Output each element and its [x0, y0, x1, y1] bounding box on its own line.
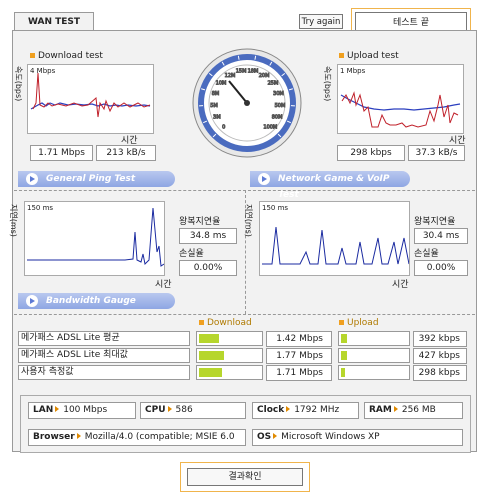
gauge-tick-label: 50M — [275, 103, 286, 109]
bullet-icon — [339, 320, 344, 325]
upload-bar-fill — [341, 351, 348, 360]
upload-bar — [338, 331, 410, 346]
confirm-highlight: 결과확인 — [180, 462, 310, 492]
download-value: 1.71 Mbps — [266, 365, 332, 381]
ping-chart — [24, 201, 165, 276]
upload-value: 427 kbps — [413, 348, 467, 364]
game-latency: 30.4 ms — [414, 228, 468, 244]
upload-value: 392 kbps — [413, 331, 467, 347]
bandwidth-row-label: 메가패스 ADSL Lite 평균 — [18, 331, 190, 346]
confirm-result-button[interactable]: 결과확인 — [187, 468, 303, 486]
download-mbps: 1.71 Mbps — [30, 145, 93, 161]
bullet-icon — [199, 320, 204, 325]
gauge-tick-label: 100M — [263, 124, 277, 130]
ping-loss: 0.00% — [179, 260, 237, 276]
download-bar-fill — [199, 368, 223, 377]
download-bar — [196, 348, 263, 363]
download-bar — [196, 365, 263, 380]
section-network-game: Network Game & VoIP Test — [250, 171, 410, 200]
gauge-tick-label: 80M — [272, 115, 283, 121]
gauge-tick-label: 10M — [216, 81, 227, 87]
ping-latency: 34.8 ms — [179, 228, 237, 244]
divider — [14, 314, 475, 315]
info-ram: RAM 256 MB — [364, 402, 463, 419]
gauge-tick — [254, 55, 257, 60]
game-chart — [259, 201, 410, 276]
ping-latency-label: 왕복지연율 — [179, 217, 221, 227]
try-again-button[interactable]: Try again — [299, 14, 343, 29]
bullet-icon — [30, 53, 35, 58]
download-kbs: 213 kB/s — [96, 145, 156, 161]
arrow-icon — [55, 406, 60, 412]
game-x-label: 시간 — [392, 280, 409, 290]
arrow-icon — [167, 406, 172, 412]
upload-kbps: 298 kbps — [337, 145, 405, 161]
upload-bar — [338, 348, 410, 363]
gauge-tick-label: 12M — [225, 73, 236, 79]
gauge-tick-label: 5M — [210, 103, 218, 109]
section-general-ping: General Ping Test — [18, 171, 175, 187]
section-bandwidth-gauge: Bandwidth Gauge — [18, 293, 175, 309]
upload-value: 298 kbps — [413, 365, 467, 381]
gauge-tick-label: 0 — [222, 124, 225, 130]
game-loss-label: 손실율 — [414, 249, 439, 259]
info-clock: Clock 1792 MHz — [252, 402, 359, 419]
upload-bar-fill — [341, 334, 347, 343]
gauge-tick-label: 15M — [236, 69, 247, 75]
play-icon — [26, 173, 38, 185]
arrow-icon — [393, 406, 398, 412]
ping-loss-label: 손실율 — [179, 249, 204, 259]
game-y-label: 지연(ms) — [244, 204, 253, 237]
upload-kbs: 37.3 kB/s — [408, 145, 465, 161]
gauge-tick-label: 8M — [212, 91, 220, 97]
download-value: 1.77 Mbps — [266, 348, 332, 364]
gauge-tick-label: 25M — [268, 81, 279, 87]
bullet-icon — [339, 53, 344, 58]
arrow-icon — [273, 433, 278, 439]
download-y-label: 속도(bps) — [14, 66, 23, 102]
upload-y-label: 속도(bps) — [323, 66, 332, 102]
game-latency-label: 왕복지연율 — [414, 217, 456, 227]
play-icon — [26, 295, 38, 307]
info-lan: LAN 100 Mbps — [28, 402, 136, 419]
ping-y-label: 지연(ms) — [9, 204, 18, 237]
upload-bar-fill — [341, 368, 346, 377]
gauge-tick-label: 18M — [248, 69, 259, 75]
bandwidth-download-header: Download — [199, 318, 252, 328]
info-browser: Browser Mozilla/4.0 (compatible; MSIE 6.0 — [28, 429, 246, 446]
gauge-tick-label: 30M — [273, 91, 284, 97]
info-os: OS Microsoft Windows XP — [252, 429, 463, 446]
download-test-title: Download test — [30, 51, 103, 61]
info-cpu: CPU 586 — [140, 402, 246, 419]
download-value: 1.42 Mbps — [266, 331, 332, 347]
upload-test-title: Upload test — [339, 51, 399, 61]
gauge-tick-label: 20M — [259, 73, 270, 79]
ping-x-label: 시간 — [155, 280, 172, 290]
speed-gauge: 03M 5M 8M 10M 12M15M 18M20M 25M 30M 50M 80M 100M — [192, 48, 302, 158]
download-scale: 4 Mbps — [30, 67, 56, 75]
game-loss: 0.00% — [414, 260, 468, 276]
download-bar-fill — [199, 351, 224, 360]
arrow-icon — [76, 433, 81, 439]
bandwidth-upload-header: Upload — [339, 318, 379, 328]
upload-scale: 1 Mbps — [340, 67, 366, 75]
arrow-icon — [286, 406, 291, 412]
tab-wan-test[interactable]: WAN TEST — [14, 12, 94, 31]
bandwidth-row-label: 사용자 측정값 — [18, 365, 190, 380]
play-icon — [258, 173, 270, 185]
download-bar — [196, 331, 263, 346]
download-bar-fill — [199, 334, 219, 343]
upload-bar — [338, 365, 410, 380]
ping-scale: 150 ms — [27, 204, 54, 212]
game-scale: 150 ms — [262, 204, 289, 212]
bandwidth-row-label: 메가패스 ADSL Lite 최대값 — [18, 348, 190, 363]
gauge-tick-label: 3M — [213, 115, 221, 121]
gauge-tick — [237, 55, 240, 60]
